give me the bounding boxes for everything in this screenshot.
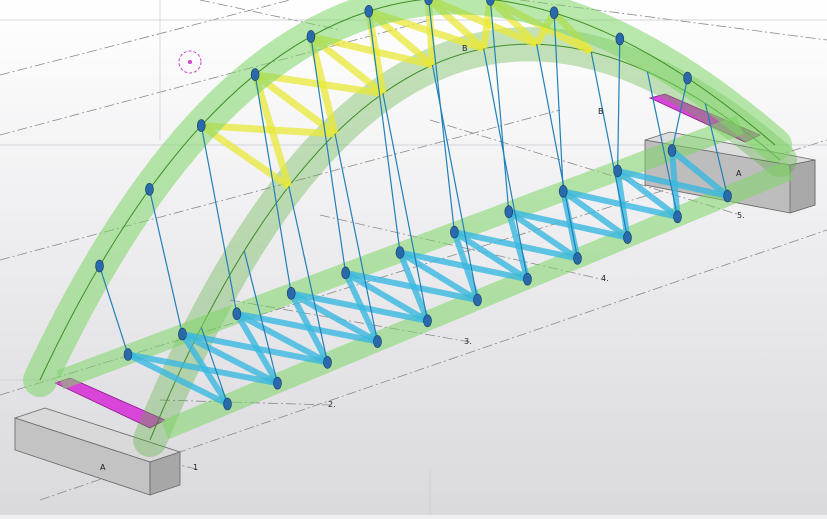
deck-node[interactable] [613,164,622,178]
deck-node[interactable] [286,286,296,300]
grid-label-1: 1 [193,463,198,472]
deck-node[interactable] [523,272,532,286]
arch-node[interactable] [145,183,154,196]
grid-label-a-left: A [100,463,106,472]
deck-node[interactable] [558,185,568,198]
arch-node[interactable] [196,119,206,132]
grid-label-b-mid: B [598,107,604,116]
deck-node[interactable] [223,397,232,411]
arch-node[interactable] [250,68,260,81]
deck-node[interactable] [667,144,677,157]
grid-label-5: 5. [737,211,745,220]
grid-label-2: 2. [328,400,336,409]
arch-node[interactable] [364,4,374,18]
deck-node[interactable] [341,266,350,280]
deck-node[interactable] [623,231,632,244]
arch-node[interactable] [95,259,104,273]
arch-node[interactable] [549,6,559,20]
deck-node[interactable] [573,252,582,265]
grid-label-3: 3. [464,337,472,346]
deck-node[interactable] [423,314,432,328]
deck-node[interactable] [473,293,482,307]
arch-node[interactable] [615,32,625,46]
deck-node[interactable] [504,205,514,218]
model-viewport[interactable]: A A B B 1 2. 3. 4. 5. [0,0,827,515]
grid-label-4: 4. [601,274,609,283]
arch-node[interactable] [683,71,692,85]
deck-node[interactable] [123,348,133,361]
deck-node[interactable] [273,376,282,390]
grid-label-a-right: A [736,169,742,178]
deck-node[interactable] [450,225,459,239]
deck-node[interactable] [373,335,382,348]
view-center-dot [188,60,192,64]
grid-label-b-top: B [462,44,468,53]
deck-node[interactable] [395,246,405,259]
deck-node[interactable] [323,356,332,369]
arch-node[interactable] [306,30,316,43]
bridge-3d-model[interactable]: A A B B 1 2. 3. 4. 5. [0,0,827,515]
deck-node[interactable] [673,210,682,224]
deck-node[interactable] [723,189,732,203]
deck-node[interactable] [232,307,242,321]
deck-node[interactable] [178,327,187,341]
